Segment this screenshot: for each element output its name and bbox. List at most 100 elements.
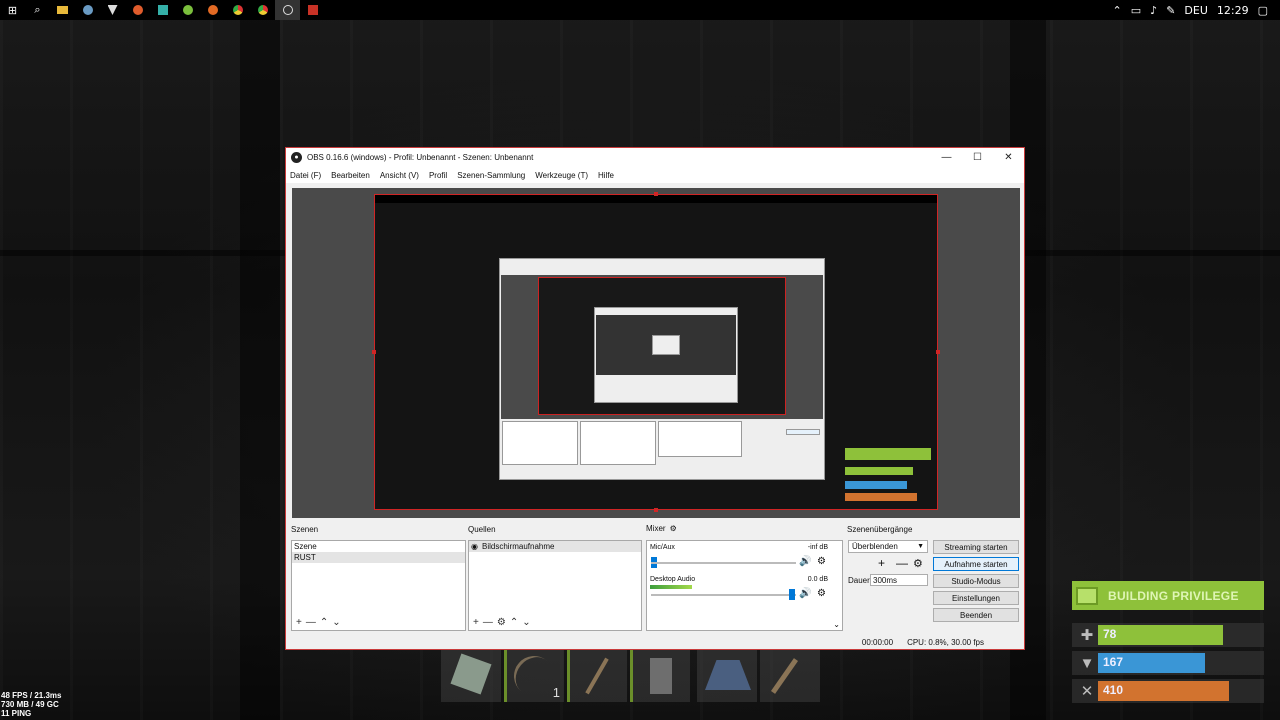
menu-hilfe[interactable]: Hilfe — [598, 171, 614, 180]
eye-icon[interactable]: ◉ — [471, 541, 478, 552]
move-down-icon[interactable]: ⌄ — [332, 617, 340, 628]
dropdown-arrow-icon: ▼ — [917, 543, 924, 550]
channel-level: 0.0 dB — [807, 576, 828, 583]
language-indicator[interactable]: DEU — [1184, 4, 1207, 17]
transitions-title: Szenenübergänge — [847, 525, 913, 534]
app-icon[interactable] — [150, 0, 175, 20]
hatchet-icon — [585, 657, 609, 695]
clock[interactable]: 12:29 — [1217, 4, 1249, 17]
network-icon[interactable]: ▭ — [1131, 4, 1141, 17]
menu-datei[interactable]: Datei (F) — [290, 171, 321, 180]
scenes-title: Szenen — [291, 525, 319, 534]
hotbar-slot[interactable]: 1 — [504, 647, 564, 705]
menu-szenen-sammlung[interactable]: Szenen-Sammlung — [457, 171, 525, 180]
status-cpu: CPU: 0.8%, 30.00 fps — [907, 637, 984, 647]
food-stat: ✕ 410 — [1072, 679, 1264, 703]
water-value: 167 — [1103, 655, 1124, 669]
start-streaming-button[interactable]: Streaming starten — [933, 540, 1019, 554]
remove-icon[interactable]: — — [483, 617, 493, 628]
add-icon[interactable]: + — [473, 617, 479, 628]
duration-value: 300ms — [873, 575, 898, 585]
remove-icon[interactable]: — — [896, 556, 908, 570]
scene-item[interactable]: Szene — [292, 541, 465, 552]
sources-dock: ◉ Bildschirmaufnahme + — ⚙ ⌃ ⌄ — [468, 540, 642, 631]
food-utensils-icon: ✕ — [1080, 683, 1094, 700]
hotbar-slot[interactable] — [441, 650, 501, 702]
file-explorer-icon[interactable] — [50, 0, 75, 20]
pen-icon[interactable]: ✎ — [1166, 4, 1175, 17]
start-recording-button[interactable]: Aufnahme starten — [933, 557, 1019, 571]
building-privilege-label: BUILDING PRIVILEGE — [1108, 588, 1239, 603]
move-down-icon[interactable]: ⌄ — [522, 617, 530, 628]
transition-selected: Überblenden — [852, 542, 898, 551]
scroll-down-icon[interactable]: ⌄ — [833, 620, 840, 629]
scene-item[interactable]: RUST — [292, 552, 465, 563]
hotbar-slot[interactable] — [567, 650, 627, 702]
app-icon[interactable] — [125, 0, 150, 20]
volume-track[interactable] — [651, 594, 796, 596]
mixer-header: Mixer ⚙ — [646, 524, 677, 533]
source-item[interactable]: ◉ Bildschirmaufnahme — [469, 541, 641, 552]
duration-input[interactable]: 300ms — [870, 574, 928, 586]
menu-profil[interactable]: Profil — [429, 171, 447, 180]
selected-indicator — [504, 650, 507, 702]
remove-icon[interactable]: — — [306, 617, 316, 628]
menu-bearbeiten[interactable]: Bearbeiten — [331, 171, 370, 180]
volume-slider[interactable] — [789, 589, 795, 600]
gear-icon[interactable]: ⚙ — [817, 588, 826, 599]
mixer-dock: Mic/Aux -inf dB 🔊 ⚙ Desktop Audio 0.0 dB… — [646, 540, 843, 631]
obs-icon[interactable] — [275, 0, 300, 20]
speaker-icon[interactable]: 🔊 — [799, 556, 811, 567]
menu-ansicht[interactable]: Ansicht (V) — [380, 171, 419, 180]
title-bar[interactable]: ● OBS 0.16.6 (windows) - Profil: Unbenan… — [286, 148, 1024, 167]
move-up-icon[interactable]: ⌃ — [510, 617, 518, 628]
volume-icon[interactable]: ♪ — [1150, 4, 1157, 17]
move-up-icon[interactable]: ⌃ — [320, 617, 328, 628]
gear-icon[interactable]: ⚙ — [913, 557, 923, 570]
screen-capture-source[interactable] — [374, 194, 938, 510]
search-icon[interactable]: ⌕ — [25, 0, 50, 20]
gear-icon[interactable]: ⚙ — [670, 524, 677, 533]
system-tray: ⌃ ▭ ♪ ✎ DEU 12:29 ▢ — [1113, 4, 1280, 17]
item-count: 1 — [552, 685, 560, 700]
fps-text: 48 FPS / 21.3ms — [1, 691, 62, 700]
transition-select[interactable]: Überblenden ▼ — [848, 540, 928, 553]
performance-overlay: 48 FPS / 21.3ms 730 MB / 49 GC 11 PING — [1, 691, 61, 718]
app-icon[interactable] — [175, 0, 200, 20]
studio-mode-button[interactable]: Studio-Modus — [933, 574, 1019, 588]
hotbar-slot[interactable] — [630, 650, 690, 702]
exit-button[interactable]: Beenden — [933, 608, 1019, 622]
gear-icon[interactable]: ⚙ — [497, 617, 506, 628]
hammer-icon — [770, 658, 799, 694]
browser-icon[interactable] — [200, 0, 225, 20]
preview-area[interactable] — [292, 188, 1020, 518]
app-icon[interactable] — [100, 0, 125, 20]
add-icon[interactable]: + — [878, 556, 885, 570]
water-cup-icon: ▼ — [1079, 654, 1095, 672]
hotbar-slot[interactable] — [760, 650, 820, 702]
rust-icon[interactable] — [300, 0, 325, 20]
add-icon[interactable]: + — [296, 617, 302, 628]
menu-werkzeuge[interactable]: Werkzeuge (T) — [535, 171, 588, 180]
settings-button[interactable]: Einstellungen — [933, 591, 1019, 605]
maximize-button[interactable]: ☐ — [962, 148, 993, 167]
gear-icon[interactable]: ⚙ — [817, 556, 826, 567]
ping-text: 11 PING — [1, 709, 32, 718]
minimize-button[interactable]: — — [931, 148, 962, 167]
hotbar-slot[interactable] — [697, 650, 757, 702]
menu-bar: Datei (F) Bearbeiten Ansicht (V) Profil … — [286, 167, 1024, 183]
chrome-icon[interactable] — [225, 0, 250, 20]
health-value: 78 — [1103, 627, 1117, 641]
steam-icon[interactable] — [75, 0, 100, 20]
notification-icon[interactable]: ▢ — [1258, 4, 1268, 17]
volume-track[interactable] — [651, 562, 796, 564]
obs-logo-icon: ● — [291, 152, 302, 163]
close-button[interactable]: ✕ — [993, 148, 1024, 167]
chevron-up-icon[interactable]: ⌃ — [1113, 4, 1122, 17]
windows-start-icon[interactable]: ⊞ — [0, 0, 25, 20]
chrome-icon[interactable] — [250, 0, 275, 20]
channel-name: Desktop Audio — [650, 576, 696, 583]
status-bar: 00:00:00 CPU: 0.8%, 30.00 fps — [286, 635, 1024, 649]
health-bar — [1098, 625, 1223, 645]
speaker-icon[interactable]: 🔊 — [799, 588, 811, 599]
